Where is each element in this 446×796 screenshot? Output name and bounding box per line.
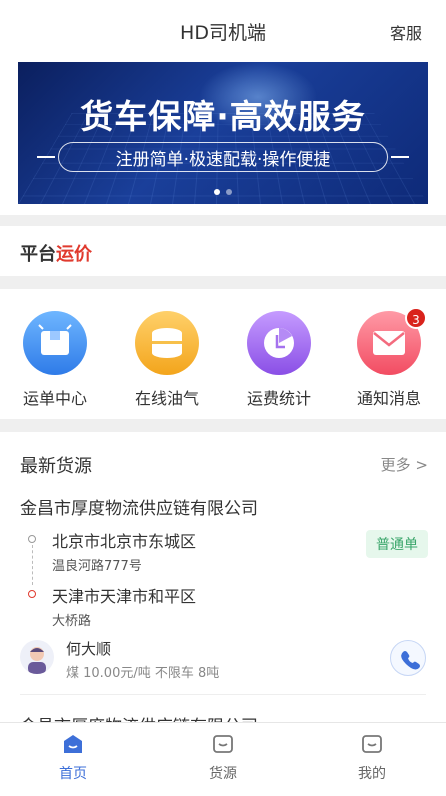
menu-item-notifications[interactable]: 3 通知消息	[344, 307, 434, 409]
menu-item-fuel[interactable]: 在线油气	[122, 311, 212, 409]
call-button[interactable]	[390, 640, 426, 676]
destination-point-icon	[28, 590, 36, 598]
home-icon	[64, 735, 82, 753]
profile-icon	[362, 735, 382, 753]
pie-chart-icon	[247, 311, 311, 375]
cargo-icon	[213, 735, 233, 753]
tab-cargo[interactable]: 货源	[183, 733, 263, 783]
menu-item-freight-stats[interactable]: 运费统计	[234, 311, 324, 409]
price-title-part2: 运价	[56, 244, 92, 265]
app-title: HD司机端	[180, 22, 266, 44]
banner-dot[interactable]	[226, 189, 232, 195]
destination-city: 天津市天津市和平区	[52, 587, 197, 606]
more-link[interactable]: 更多 >	[381, 454, 428, 475]
cargo-details: 煤 10.00元/吨 不限车 8吨	[66, 666, 220, 681]
destination-detail: 大桥路	[52, 614, 92, 629]
tab-label-cargo: 货源	[209, 766, 237, 782]
customer-service-link[interactable]: 客服	[390, 20, 422, 44]
shipper-name: 何大顺	[66, 640, 112, 658]
cargo-company-name[interactable]: 金昌市厚度物流供应链有限公司	[20, 494, 258, 519]
origin-detail: 温良河路777号	[52, 559, 142, 574]
latest-cargo-heading: 最新货源	[20, 456, 92, 477]
banner-dot-active[interactable]	[214, 189, 220, 195]
menu-label-notifications: 通知消息	[356, 389, 421, 408]
banner-pagination	[18, 189, 428, 195]
price-title-part1: 平台	[20, 244, 56, 265]
menu-label-freight-stats: 运费统计	[246, 389, 311, 408]
list-divider	[20, 694, 426, 695]
origin-point-icon	[28, 535, 36, 543]
mail-icon: 3	[357, 307, 427, 375]
menu-item-waybill[interactable]: 运单中心	[10, 311, 100, 409]
fuel-drum-icon	[135, 311, 199, 375]
waybill-box-icon	[23, 311, 87, 375]
order-type-tag: 普通单	[366, 530, 428, 558]
banner-title: 货车保障·高效服务	[80, 97, 366, 136]
tab-label-home: 首页	[59, 766, 87, 782]
bottom-tab-bar: 首页 货源 我的	[0, 722, 446, 796]
platform-price-title: 平台运价	[20, 240, 92, 266]
menu-label-waybill: 运单中心	[22, 389, 87, 408]
tab-label-profile: 我的	[358, 766, 386, 782]
route-connector	[32, 545, 33, 585]
platform-price-section[interactable]: 平台运价	[0, 226, 446, 276]
quick-menu: 运单中心 在线油气 运费统计 3 通知消息	[0, 289, 446, 419]
banner-subtitle-frame: 注册简单·极速配载·操作便捷	[37, 142, 409, 172]
origin-city: 北京市北京市东城区	[52, 532, 197, 551]
tab-home[interactable]: 首页	[33, 733, 113, 783]
notification-badge: 3	[405, 307, 427, 329]
tab-profile[interactable]: 我的	[332, 733, 412, 783]
promo-banner[interactable]: 货车保障·高效服务 注册简单·极速配载·操作便捷	[18, 62, 428, 204]
latest-cargo-section: 最新货源 更多 > 金昌市厚度物流供应链有限公司 北京市北京市东城区 温良河路7…	[0, 432, 446, 737]
banner-subtitle: 注册简单·极速配载·操作便捷	[115, 149, 331, 170]
top-header: HD司机端 客服 货车保障·高效服务 注册简单·极速配载·操作便捷	[0, 0, 446, 215]
menu-label-fuel: 在线油气	[134, 389, 199, 408]
avatar	[20, 640, 54, 674]
phone-icon	[401, 651, 420, 670]
